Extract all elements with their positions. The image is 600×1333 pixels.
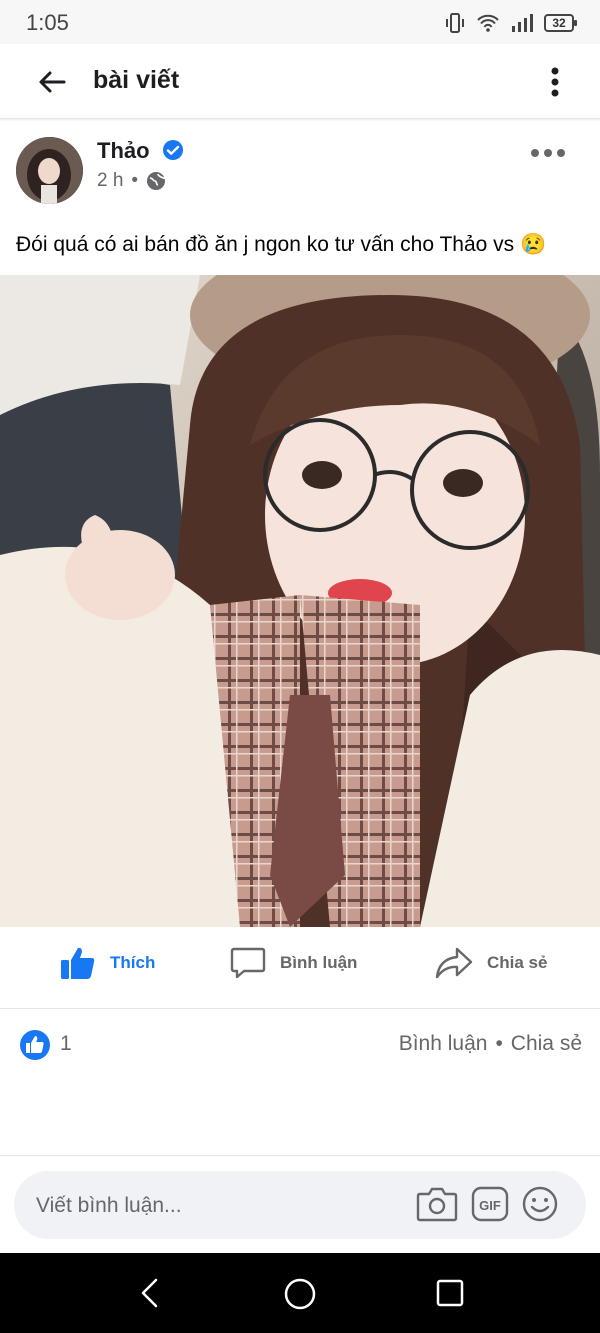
- post-header: Thảo 2 h •: [0, 120, 600, 220]
- thumbs-up-icon: [61, 947, 95, 979]
- comment-composer: GIF: [0, 1155, 600, 1254]
- arrow-left-icon: [39, 71, 66, 93]
- system-nav-bar: [0, 1253, 600, 1333]
- more-horizontal-icon[interactable]: [530, 148, 566, 158]
- post-time[interactable]: 2 h: [97, 170, 123, 192]
- status-time: 1:05: [26, 10, 69, 35]
- like-label: Thích: [110, 953, 156, 972]
- more-vertical-icon: [551, 67, 559, 97]
- comments-link[interactable]: Bình luận: [399, 1032, 488, 1056]
- post-photo[interactable]: [0, 275, 600, 927]
- app-bar: bài viết: [0, 44, 600, 119]
- back-button[interactable]: [30, 62, 74, 102]
- author-name[interactable]: Thảo: [97, 138, 150, 164]
- signal-icon: [512, 14, 533, 32]
- status-bar: 1:05 32: [0, 0, 600, 44]
- emoji-icon[interactable]: [521, 1185, 559, 1223]
- nav-home-icon[interactable]: [283, 1277, 317, 1311]
- shares-link[interactable]: Chia sẻ: [511, 1032, 582, 1056]
- gif-icon[interactable]: GIF: [471, 1185, 509, 1223]
- verified-badge-icon: [163, 140, 183, 160]
- nav-recents-icon[interactable]: [435, 1277, 465, 1309]
- vibrate-icon: [446, 13, 464, 33]
- nav-back-icon[interactable]: [138, 1277, 162, 1309]
- options-button[interactable]: [540, 62, 570, 102]
- camera-icon[interactable]: [416, 1185, 458, 1223]
- avatar[interactable]: [16, 137, 83, 204]
- globe-icon: [147, 172, 166, 190]
- svg-text:GIF: GIF: [479, 1198, 501, 1213]
- like-reaction-icon[interactable]: [20, 1030, 50, 1060]
- post-text: Đói quá có ai bán đồ ăn j ngon ko tư vấn…: [16, 233, 547, 256]
- battery-indicator: 32: [544, 14, 577, 32]
- comment-box: GIF: [14, 1171, 586, 1241]
- comment-icon: [230, 947, 266, 979]
- share-label: Chia sẻ: [487, 953, 548, 972]
- comment-label: Bình luận: [280, 953, 358, 972]
- wifi-icon: [477, 14, 499, 32]
- page-title: bài viết: [93, 66, 180, 94]
- like-count[interactable]: 1: [60, 1032, 72, 1056]
- like-button[interactable]: Thích: [60, 946, 155, 980]
- action-bar: Thích Bình luận Chia sẻ: [0, 928, 600, 1009]
- share-icon: [435, 947, 473, 979]
- reactions-bar: 1 Bình luận • Chia sẻ: [0, 1010, 600, 1080]
- status-icons: 32: [444, 12, 577, 34]
- meta-separator: •: [131, 170, 139, 191]
- engagement-summary: Bình luận • Chia sẻ: [399, 1032, 582, 1056]
- share-button[interactable]: Chia sẻ: [435, 946, 547, 980]
- comment-button[interactable]: Bình luận: [230, 946, 357, 980]
- post-meta: 2 h •: [97, 170, 166, 192]
- summary-separator: •: [495, 1032, 503, 1055]
- comment-input[interactable]: [34, 1171, 398, 1241]
